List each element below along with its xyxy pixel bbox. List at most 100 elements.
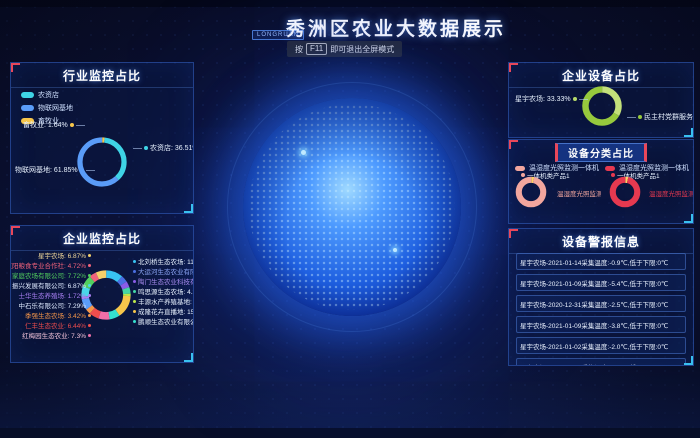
alarm-row: 星宇农场-2021-01-02采集温度:-2.0℃,低于下限:0℃	[516, 337, 686, 354]
donut-segment[interactable]	[613, 180, 637, 204]
enterprise-label: 大运河生态农业有限责任公司	[133, 266, 194, 276]
alarm-row: 星宇农场-2021-01-09采集温度:-3.8℃,低于下限:0℃	[516, 316, 686, 333]
alarm-row: 星宇农场-2021-01-09采集温度:-0.9℃,低于下限:0℃	[516, 358, 686, 366]
equipment-donut-chart[interactable]	[579, 83, 625, 129]
globe-visualization	[243, 98, 461, 316]
legend-item[interactable]: 农资店	[21, 90, 73, 100]
series-label: 士华生态养殖场: 1.72%	[18, 290, 86, 300]
series-label: 振兴发展有限公司: 6.87%	[12, 280, 86, 290]
toast-prefix: 按	[295, 44, 303, 55]
enterprise-label: 鹏顺生态农业有限公司: 6.87%	[133, 316, 194, 326]
chart-label-service-center: 民主村党群服务中心:	[627, 112, 694, 122]
industry-donut-chart[interactable]	[73, 133, 131, 191]
series-dot	[133, 290, 136, 293]
label-text: 星宇农场: 33.33%	[515, 94, 571, 104]
series-dot	[133, 310, 136, 313]
series-label: 鹏顺生态农业有限公司: 6.87%	[138, 316, 194, 326]
series-dot	[21, 92, 34, 98]
chart-label-livestock: 畜牧业: 1.64%	[23, 120, 85, 130]
series-label: 红梅园生态农业: 7.3%	[22, 330, 86, 340]
label-text: 物联网基地: 61.85%	[15, 165, 78, 175]
chart-label-xingyu-farm: 星宇农场: 33.33%	[515, 94, 588, 104]
label-connector	[133, 148, 142, 149]
label-connector	[579, 99, 588, 100]
series-dot	[133, 300, 136, 303]
series-dot	[88, 254, 91, 257]
classification-donut-left[interactable]	[513, 174, 549, 210]
enterprise-label: 士华生态养殖场: 1.72%	[13, 290, 91, 300]
enterprise-label: 丰源水产养殖基地: 1.	[133, 296, 194, 306]
side-label-right: 温湿度光照监测一	[649, 188, 693, 198]
series-label: 丰源水产养殖基地: 1.	[138, 296, 194, 306]
globe-marker	[301, 150, 306, 155]
series-label: 星宇农场: 6.87%	[38, 250, 86, 260]
panel-device-classification: 设备分类占比 温湿度光照监测一体机 温湿度光照监测一体机 一体机类产品1 一体机…	[508, 139, 694, 224]
panel-equipment-ratio: 企业设备占比 星宇农场: 33.33% 民主村党群服务中心:	[508, 62, 694, 138]
series-dot	[133, 260, 136, 263]
label-text: 民主村党群服务中心:	[644, 112, 694, 122]
series-dot	[88, 274, 91, 277]
enterprise-label: 红梅园生态农业: 7.3%	[13, 330, 91, 340]
panel-industry-monitor: 行业监控占比 农资店物联网基地畜牧业 畜牧业: 1.64% 农资店: 36.51…	[10, 62, 194, 214]
series-dot	[133, 270, 136, 273]
enterprise-label: 成隆花卉直播地: 15.02%	[133, 306, 194, 316]
enterprise-label: 振兴发展有限公司: 6.87%	[13, 280, 91, 290]
series-label: 北刘桥生态农场: 11.16%	[138, 256, 194, 266]
chart-label-agristore: 农资店: 36.51%	[133, 143, 194, 153]
label-dot	[573, 97, 577, 101]
series-label: 季强生态农场: 3.42%	[25, 310, 86, 320]
label-dot	[80, 168, 84, 172]
enterprise-label: 红阳粮食专业合作社: 4.72%	[13, 260, 91, 270]
series-label: 家庭农场有限公司: 7.72%	[12, 270, 86, 280]
series-label: 农资店	[38, 90, 59, 100]
label-text: 农资店: 36.51%	[150, 143, 194, 153]
donut-segment[interactable]	[519, 180, 543, 204]
panel-enterprise-monitor: 企业监控占比 星宇农场: 6.87%红阳粮食专业合作社: 4.72%家庭农场有限…	[10, 225, 194, 363]
series-label: 陶门生态农业科技有限公司	[138, 276, 194, 286]
series-dot	[88, 314, 91, 317]
panel-title-industry: 行业监控占比	[11, 63, 193, 88]
alarm-row: 星宇农场-2020-12-31采集温度:-2.5℃,低于下限:0℃	[516, 295, 686, 312]
alarm-list: 星宇农场-2021-01-14采集温度:-0.9℃,低于下限:0℃ 星宇农场-20…	[509, 249, 693, 366]
side-label-left: 温湿度光照监测一	[557, 188, 601, 198]
series-dot	[88, 264, 91, 267]
enterprise-label: 星宇农场: 6.87%	[13, 250, 91, 260]
chart-label-iot-base: 物联网基地: 61.85%	[15, 165, 95, 175]
series-label: 红阳粮食专业合作社: 4.72%	[10, 260, 86, 270]
enterprise-label: 北刘桥生态农场: 11.16%	[133, 256, 194, 266]
enterprise-label: 陶门生态农业科技有限公司	[133, 276, 194, 286]
label-dot	[70, 123, 74, 127]
series-label: 物联网基地	[38, 103, 73, 113]
series-dot	[21, 105, 34, 111]
globe-orbit-ring	[227, 82, 477, 332]
enterprise-labels-left: 星宇农场: 6.87%红阳粮食专业合作社: 4.72%家庭农场有限公司: 7.7…	[13, 250, 91, 340]
alarm-row: 星宇农场-2021-01-14采集温度:-0.9℃,低于下限:0℃	[516, 253, 686, 270]
globe-marker	[393, 248, 397, 252]
enterprise-label: 仁丰生态农业: 6.44%	[13, 320, 91, 330]
series-label: 成隆花卉直播地: 15.02%	[138, 306, 194, 316]
label-text: 温湿度光照监测一	[649, 188, 693, 198]
floor-glow	[0, 358, 700, 438]
enterprise-labels-right: 北刘桥生态农场: 11.16%大运河生态农业有限责任公司陶门生态农业科技有限公司…	[133, 256, 194, 326]
series-dot	[88, 284, 91, 287]
enterprise-label: 中石乐有限公司: 7.29%	[13, 300, 91, 310]
series-label: 鸣思源生态农场: 4.29	[138, 286, 194, 296]
series-label: 大运河生态农业有限责任公司	[138, 266, 194, 276]
label-connector	[76, 125, 85, 126]
series-dot	[88, 334, 91, 337]
f11-key-badge: F11	[306, 43, 327, 55]
classification-donut-right[interactable]	[607, 174, 643, 210]
toast-suffix: 即可退出全屏模式	[330, 44, 394, 55]
alarm-row: 星宇农场-2021-01-09采集温度:-5.4℃,低于下限:0℃	[516, 274, 686, 291]
series-dot	[88, 324, 91, 327]
series-dot	[88, 304, 91, 307]
series-dot	[133, 320, 136, 323]
label-text: 温湿度光照监测一	[557, 188, 601, 198]
label-dot	[144, 146, 148, 150]
series-dot	[133, 280, 136, 283]
label-text: 畜牧业: 1.64%	[23, 120, 68, 130]
enterprise-label: 鸣思源生态农场: 4.29	[133, 286, 194, 296]
legend-item[interactable]: 物联网基地	[21, 103, 73, 113]
label-connector	[86, 170, 95, 171]
series-label: 中石乐有限公司: 7.29%	[18, 300, 86, 310]
